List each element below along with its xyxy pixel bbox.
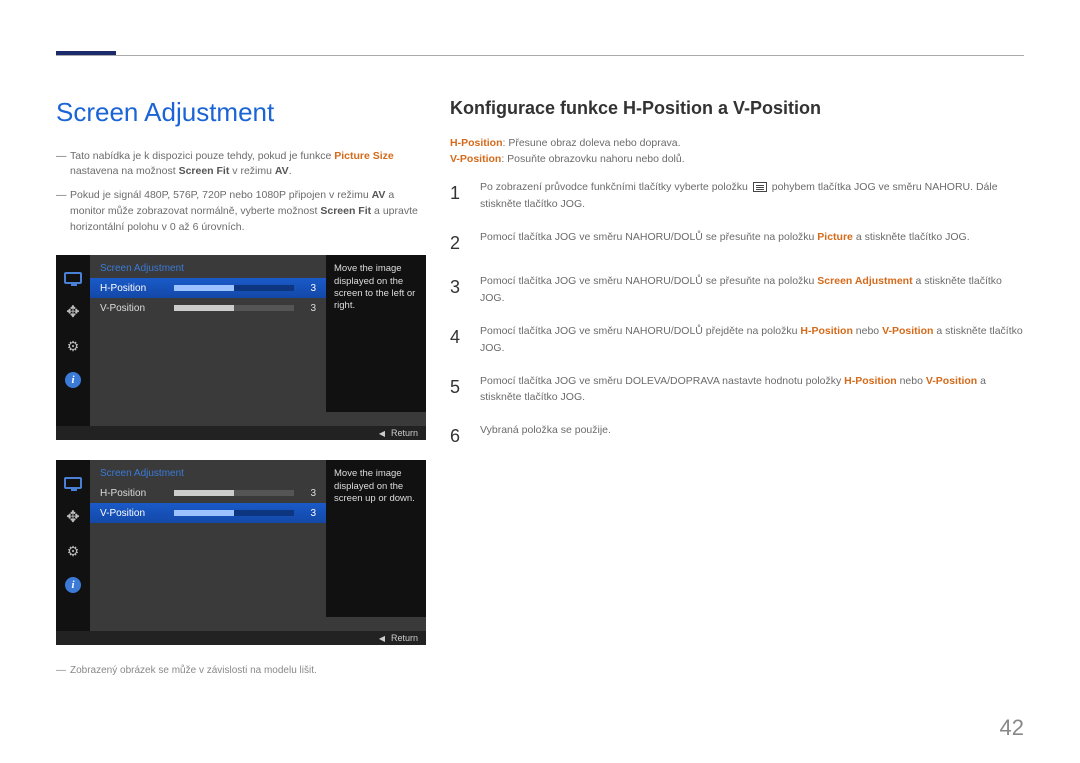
keyword: V-Position	[926, 375, 977, 387]
text: a stiskněte tlačítko JOG.	[853, 231, 970, 243]
keyword: AV	[372, 189, 386, 201]
text: : Přesune obraz doleva nebo doprava.	[503, 137, 681, 149]
text: .	[289, 165, 292, 177]
keyword: H-Position	[450, 137, 503, 149]
value: 3	[294, 303, 316, 314]
keyword: V-Position	[882, 325, 933, 337]
slider	[174, 285, 294, 291]
osd-row-hposition: H-Position 3	[90, 278, 326, 298]
slider	[174, 510, 294, 516]
page-number: 42	[1000, 715, 1024, 741]
definition-v: V-Position: Posuňte obrazovku nahoru neb…	[450, 153, 1024, 165]
keyword: Screen Adjustment	[817, 275, 912, 287]
step-list: 1 Po zobrazení průvodce funkčními tlačít…	[450, 179, 1024, 451]
subsection-heading: Konfigurace funkce H-Position a V-Positi…	[450, 98, 1024, 119]
osd-body: Screen Adjustment H-Position 3 V-Positio…	[90, 460, 426, 631]
osd-title: Screen Adjustment	[90, 460, 326, 483]
step-number: 2	[450, 229, 466, 258]
section-heading: Screen Adjustment	[56, 98, 426, 127]
text: Pokud je signál 480P, 576P, 720P nebo 10…	[70, 189, 372, 201]
keyword: Screen Fit	[320, 205, 371, 217]
text: Vybraná položka se použije.	[480, 422, 1024, 439]
osd-sidebar: ✥ ⚙ i	[56, 255, 90, 426]
left-column: Screen Adjustment Tato nabídka je k disp…	[56, 98, 426, 676]
label: H-Position	[100, 488, 174, 499]
step-5: 5 Pomocí tlačítka JOG ve směru DOLEVA/DO…	[450, 373, 1024, 407]
step-6: 6 Vybraná položka se použije.	[450, 422, 1024, 451]
osd-title: Screen Adjustment	[90, 255, 326, 278]
step-2: 2 Pomocí tlačítka JOG ve směru NAHORU/DO…	[450, 229, 1024, 258]
keyword: AV	[275, 165, 289, 177]
text: nastavena na možnost	[70, 165, 179, 177]
monitor-icon	[62, 472, 84, 494]
text: Pomocí tlačítka JOG ve směru NAHORU/DOLŮ…	[480, 325, 800, 337]
text: v režimu	[229, 165, 275, 177]
value: 3	[294, 508, 316, 519]
header-divider	[56, 55, 1024, 56]
keyword: H-Position	[844, 375, 897, 387]
slider	[174, 490, 294, 496]
keyword: Picture Size	[334, 150, 394, 162]
note-1: Tato nabídka je k dispozici pouze tehdy,…	[56, 149, 426, 181]
step-3: 3 Pomocí tlačítka JOG ve směru NAHORU/DO…	[450, 273, 1024, 307]
osd-row-hposition: H-Position 3	[90, 483, 326, 503]
return-label: Return	[391, 633, 418, 643]
osd-footer: ◀ Return	[56, 426, 426, 440]
label: V-Position	[100, 303, 174, 314]
text: Pomocí tlačítka JOG ve směru NAHORU/DOLŮ…	[480, 231, 817, 243]
menu-icon	[753, 182, 767, 192]
step-number: 3	[450, 273, 466, 302]
text: nebo	[897, 375, 926, 387]
figure-caption: Zobrazený obrázek se může v závislosti n…	[56, 665, 426, 676]
osd-screenshot-1: ✥ ⚙ i Screen Adjustment H-Position 3 V-P…	[56, 255, 426, 440]
osd-screenshot-2: ✥ ⚙ i Screen Adjustment H-Position 3 V-P…	[56, 460, 426, 645]
step-number: 5	[450, 373, 466, 402]
back-icon: ◀	[379, 429, 385, 438]
label: H-Position	[100, 283, 174, 294]
right-column: Konfigurace funkce H-Position a V-Positi…	[450, 98, 1024, 467]
step-number: 6	[450, 422, 466, 451]
step-4: 4 Pomocí tlačítka JOG ve směru NAHORU/DO…	[450, 323, 1024, 357]
osd-body: Screen Adjustment H-Position 3 V-Positio…	[90, 255, 426, 426]
keyword: Screen Fit	[179, 165, 230, 177]
text: Tato nabídka je k dispozici pouze tehdy,…	[70, 150, 334, 162]
text: nebo	[853, 325, 882, 337]
keyword: H-Position	[800, 325, 853, 337]
osd-footer: ◀ Return	[56, 631, 426, 645]
osd-sidebar: ✥ ⚙ i	[56, 460, 90, 631]
note-2: Pokud je signál 480P, 576P, 720P nebo 10…	[56, 188, 426, 235]
value: 3	[294, 283, 316, 294]
back-icon: ◀	[379, 634, 385, 643]
definition-h: H-Position: Přesune obraz doleva nebo do…	[450, 137, 1024, 149]
label: V-Position	[100, 508, 174, 519]
adjust-icon: ✥	[62, 301, 84, 323]
text: Pomocí tlačítka JOG ve směru NAHORU/DOLŮ…	[480, 275, 817, 287]
osd-help: Move the image displayed on the screen u…	[326, 460, 426, 617]
osd-help: Move the image displayed on the screen t…	[326, 255, 426, 412]
monitor-icon	[62, 267, 84, 289]
adjust-icon: ✥	[62, 506, 84, 528]
text: Pomocí tlačítka JOG ve směru DOLEVA/DOPR…	[480, 375, 844, 387]
step-1: 1 Po zobrazení průvodce funkčními tlačít…	[450, 179, 1024, 213]
step-number: 4	[450, 323, 466, 352]
return-label: Return	[391, 428, 418, 438]
value: 3	[294, 488, 316, 499]
keyword: Picture	[817, 231, 853, 243]
text: : Posuňte obrazovku nahoru nebo dolů.	[501, 153, 684, 165]
gear-icon: ⚙	[62, 335, 84, 357]
text: Po zobrazení průvodce funkčními tlačítky…	[480, 181, 751, 193]
osd-row-vposition: V-Position 3	[90, 298, 326, 318]
info-icon: i	[62, 574, 84, 596]
info-icon: i	[62, 369, 84, 391]
osd-row-vposition: V-Position 3	[90, 503, 326, 523]
gear-icon: ⚙	[62, 540, 84, 562]
slider	[174, 305, 294, 311]
step-number: 1	[450, 179, 466, 208]
keyword: V-Position	[450, 153, 501, 165]
